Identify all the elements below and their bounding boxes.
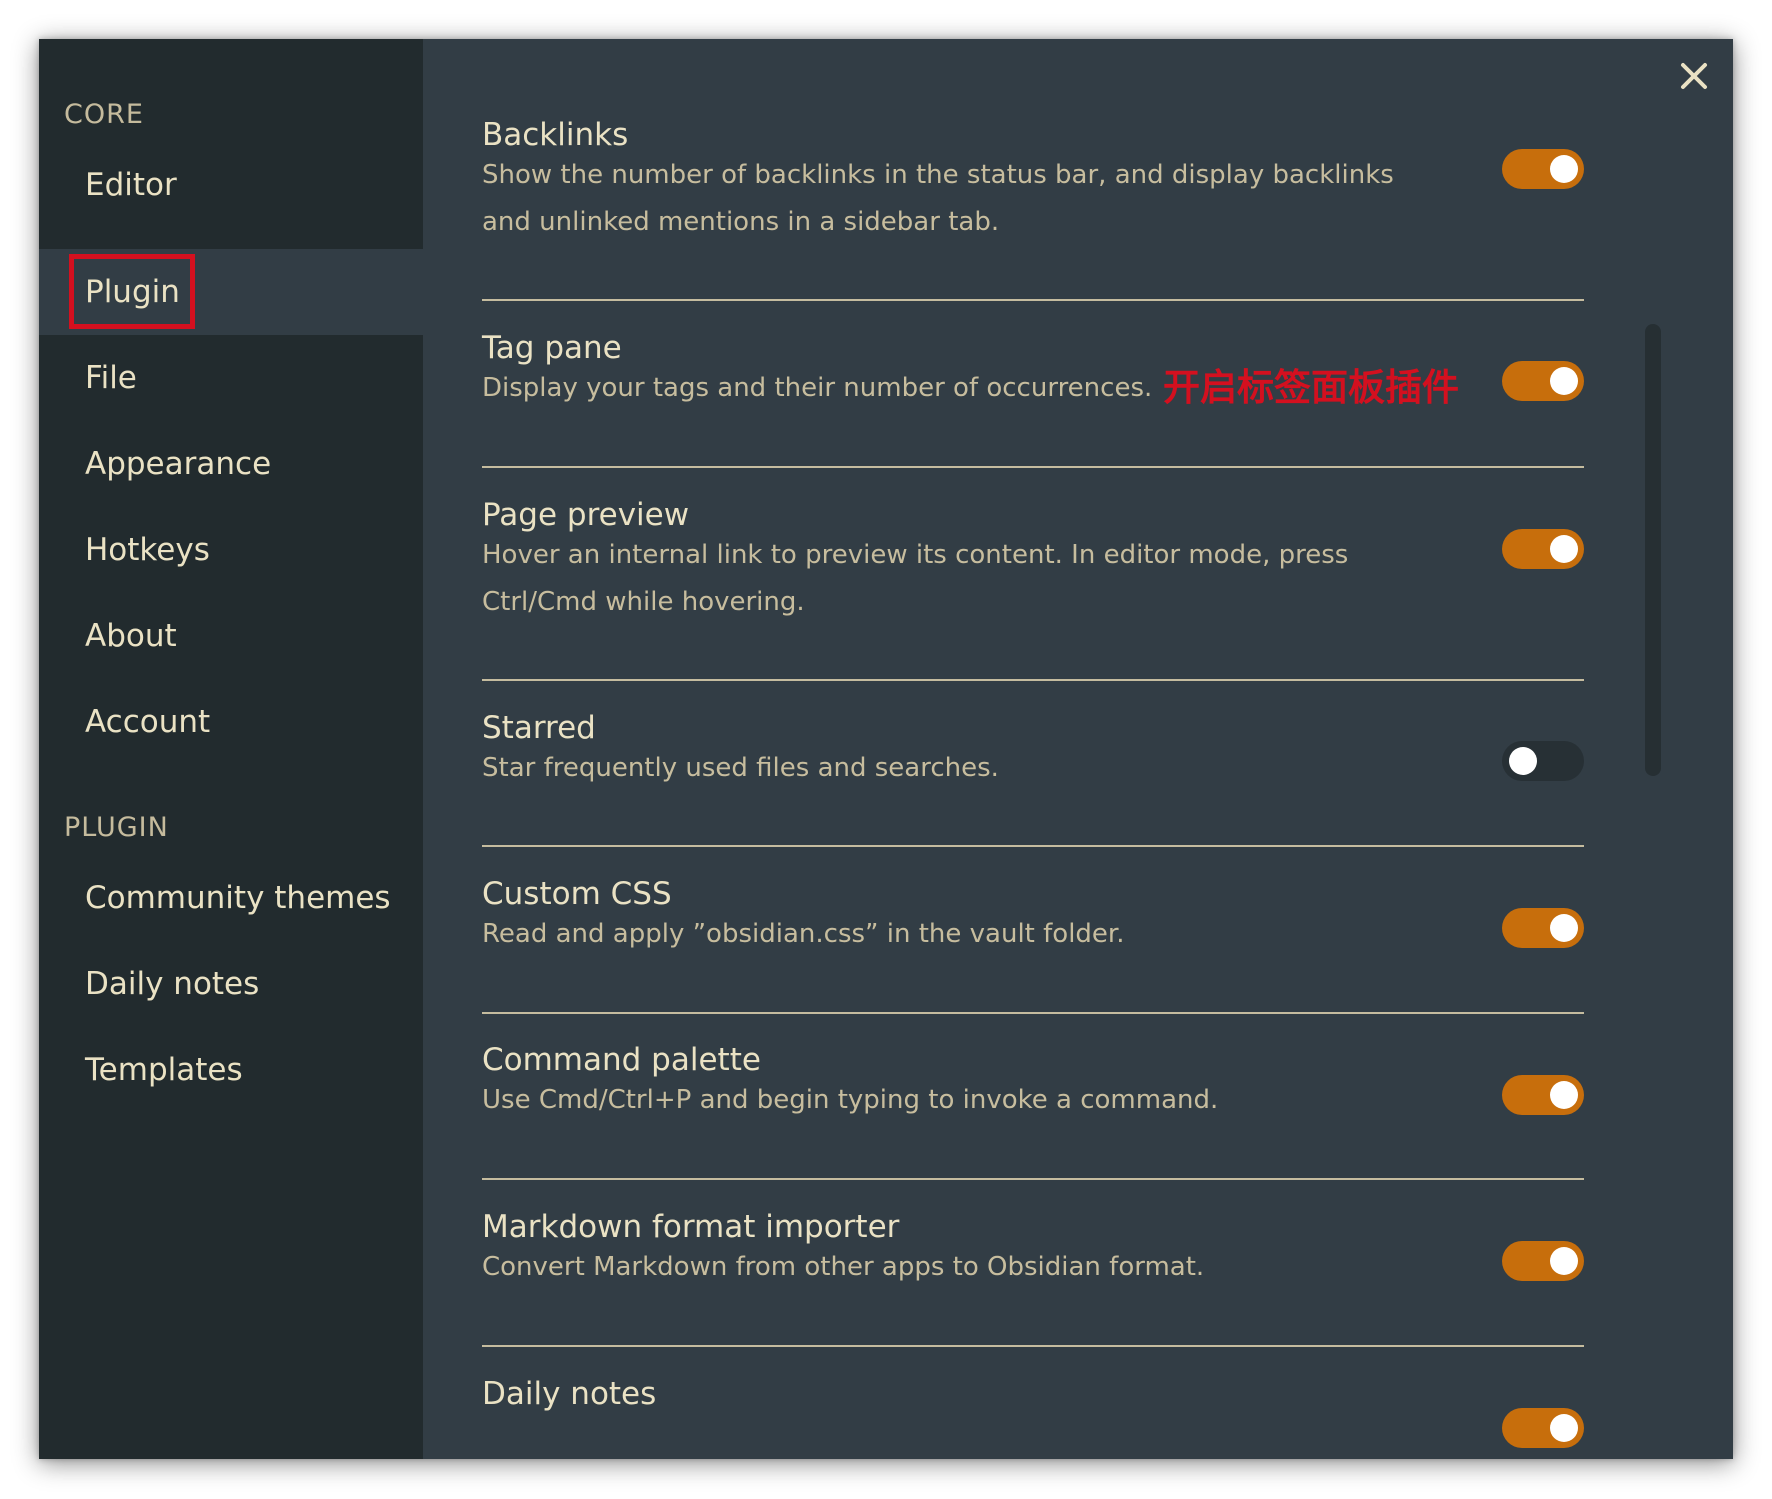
divider	[482, 466, 1584, 468]
sidebar-item-label: File	[85, 360, 137, 396]
sidebar-item-label: Editor	[85, 167, 177, 203]
toggle-daily-notes[interactable]	[1502, 1408, 1584, 1448]
toggle-custom-css[interactable]	[1502, 908, 1584, 948]
divider	[482, 1178, 1584, 1180]
setting-title: Page preview	[482, 497, 690, 533]
toggle-backlinks[interactable]	[1502, 149, 1584, 189]
settings-sidebar: CORE Editor Plugin File Appearance Hotke…	[39, 39, 423, 1459]
close-button[interactable]	[1669, 51, 1719, 101]
setting-description: Show the number of backlinks in the stat…	[482, 160, 1394, 237]
sidebar-item-label: Plugin	[85, 274, 180, 310]
toggle-starred[interactable]	[1502, 741, 1584, 781]
toggle-knob	[1550, 914, 1578, 942]
sidebar-item-daily-notes[interactable]: Daily notes	[39, 941, 423, 1027]
setting-title: Command palette	[482, 1042, 761, 1078]
toggle-knob	[1550, 367, 1578, 395]
toggle-knob	[1550, 1414, 1578, 1442]
setting-title: Tag pane	[482, 330, 622, 366]
sidebar-item-label: Community themes	[85, 880, 391, 916]
setting-title: Daily notes	[482, 1376, 657, 1412]
setting-description: Use Cmd/Ctrl+P and begin typing to invok…	[482, 1085, 1219, 1115]
sidebar-item-label: Templates	[85, 1052, 243, 1088]
toggle-knob	[1550, 1081, 1578, 1109]
toggle-knob	[1550, 535, 1578, 563]
settings-window: CORE Editor Plugin File Appearance Hotke…	[39, 39, 1733, 1459]
sidebar-item-label: Account	[85, 704, 211, 740]
sidebar-item-plugin[interactable]: Plugin	[39, 249, 423, 335]
toggle-knob	[1509, 747, 1537, 775]
divider	[482, 679, 1584, 681]
sidebar-item-account[interactable]: Account	[39, 679, 423, 765]
sidebar-item-community-themes[interactable]: Community themes	[39, 855, 423, 941]
toggle-knob	[1550, 155, 1578, 183]
setting-title: Markdown format importer	[482, 1209, 900, 1245]
close-icon	[1681, 63, 1707, 89]
divider	[482, 845, 1584, 847]
toggle-page-preview[interactable]	[1502, 529, 1584, 569]
setting-title: Custom CSS	[482, 876, 672, 912]
setting-description: Convert Markdown from other apps to Obsi…	[482, 1252, 1205, 1282]
toggle-command-palette[interactable]	[1502, 1075, 1584, 1115]
sidebar-item-label: Hotkeys	[85, 532, 210, 568]
divider	[482, 1012, 1584, 1014]
scrollbar-thumb[interactable]	[1645, 324, 1661, 776]
sidebar-item-label: Daily notes	[85, 966, 260, 1002]
setting-title: Starred	[482, 710, 596, 746]
sidebar-item-hotkeys[interactable]: Hotkeys	[39, 507, 423, 593]
toggle-knob	[1550, 1247, 1578, 1275]
sidebar-item-templates[interactable]: Templates	[39, 1027, 423, 1113]
sidebar-item-label: About	[85, 618, 177, 654]
annotation-label: 开启标签面板插件	[1163, 366, 1459, 409]
sidebar-item-about[interactable]: About	[39, 593, 423, 679]
sidebar-item-file[interactable]: File	[39, 335, 423, 421]
toggle-tag-pane[interactable]	[1502, 361, 1584, 401]
sidebar-item-label: Appearance	[85, 446, 272, 482]
sidebar-item-appearance[interactable]: Appearance	[39, 421, 423, 507]
divider	[482, 299, 1584, 301]
sidebar-section-core: CORE	[64, 99, 144, 130]
setting-description: Hover an internal link to preview its co…	[482, 540, 1349, 617]
setting-description: Read and apply ”obsidian.css” in the vau…	[482, 919, 1125, 949]
toggle-markdown-importer[interactable]	[1502, 1241, 1584, 1281]
setting-description: Star frequently used files and searches.	[482, 753, 999, 783]
sidebar-section-plugin: PLUGIN	[64, 812, 169, 843]
sidebar-item-editor[interactable]: Editor	[39, 142, 423, 228]
setting-title: Backlinks	[482, 117, 629, 153]
divider	[482, 1345, 1584, 1347]
